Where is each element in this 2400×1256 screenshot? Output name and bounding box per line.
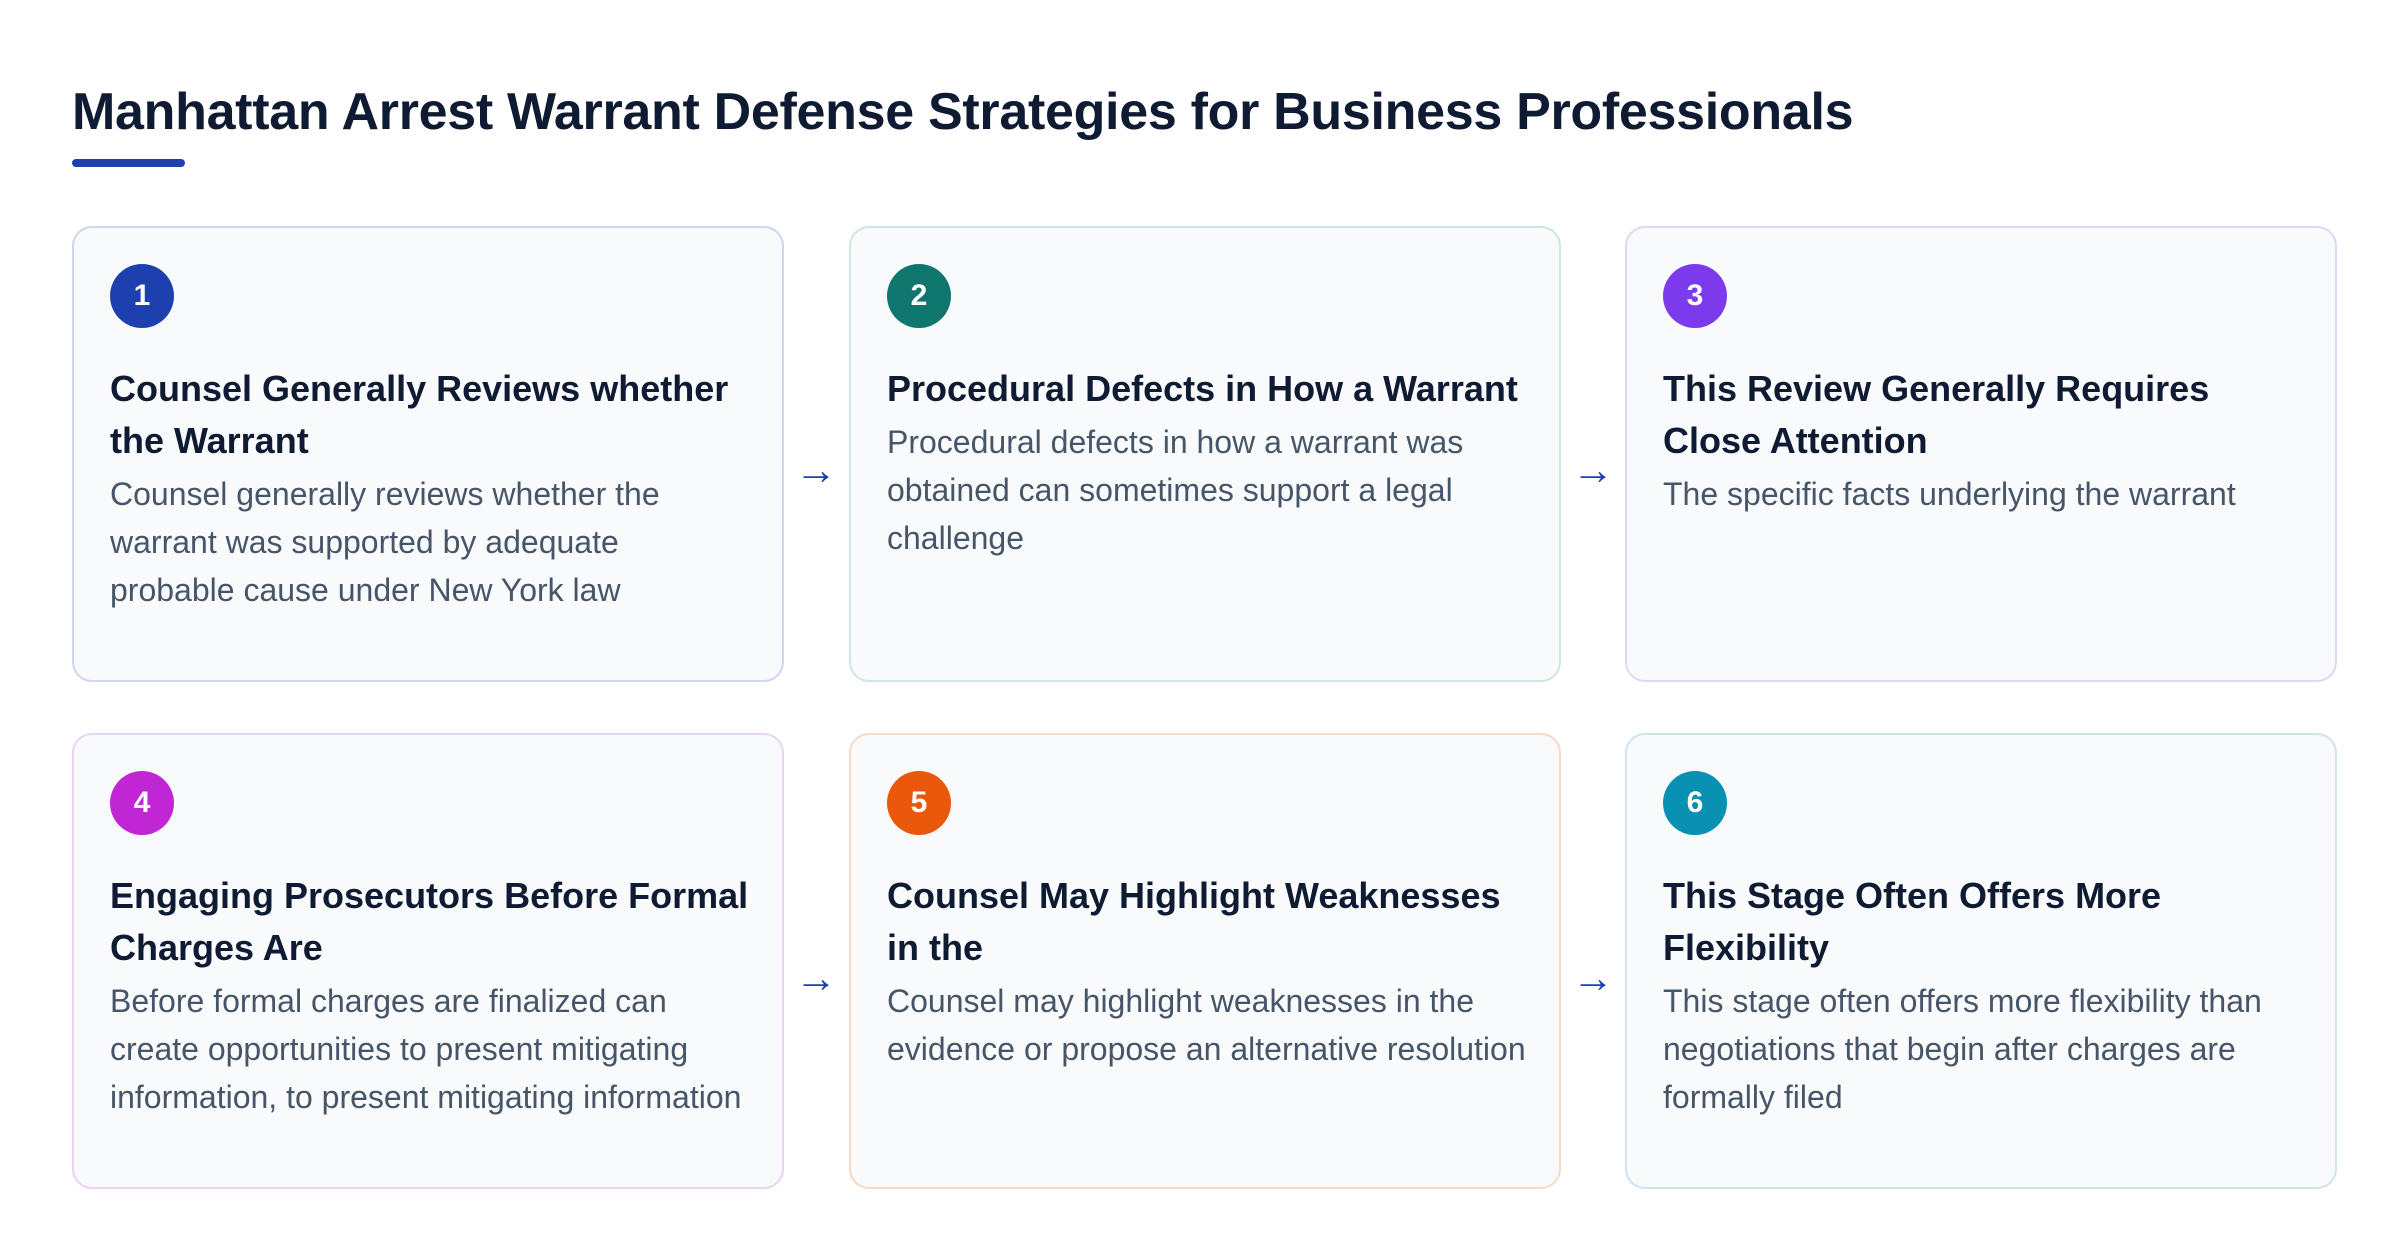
arrow-icon: → [1572, 954, 1614, 1001]
step-description-4: Before formal charges are finalized can … [110, 983, 742, 1115]
step-heading-3: This Review Generally Requires Close Att… [1663, 368, 2210, 461]
step-description-3: The specific facts underlying the warran… [1663, 476, 2236, 512]
step-number-badge-3: 3 [1663, 264, 1727, 328]
arrow-icon: → [795, 446, 837, 493]
step-card-2: 2 Procedural Defects in How a Warrant Pr… [849, 226, 1561, 682]
step-card-1: 1 Counsel Generally Reviews whether the … [72, 226, 784, 682]
title-underline [72, 159, 185, 167]
step-card-6: 6 This Stage Often Offers More Flexibili… [1625, 733, 2337, 1189]
step-card-3: 3 This Review Generally Requires Close A… [1625, 226, 2337, 682]
step-description-5: Counsel may highlight weaknesses in the … [887, 983, 1526, 1067]
step-heading-5: Counsel May Highlight Weaknesses in the [887, 875, 1501, 968]
step-number-badge-1: 1 [110, 264, 174, 328]
step-heading-6: This Stage Often Offers More Flexibility [1663, 875, 2162, 968]
step-heading-4: Engaging Prosecutors Before Formal Charg… [110, 875, 749, 968]
step-heading-2: Procedural Defects in How a Warrant [887, 368, 1518, 409]
step-card-5: 5 Counsel May Highlight Weaknesses in th… [849, 733, 1561, 1189]
step-number-badge-2: 2 [887, 264, 951, 328]
step-heading-1: Counsel Generally Reviews whether the Wa… [110, 368, 729, 461]
page-title: Manhattan Arrest Warrant Defense Strateg… [72, 83, 1854, 141]
step-description-2: Procedural defects in how a warrant was … [887, 424, 1464, 556]
arrow-icon: → [795, 954, 837, 1001]
step-description-1: Counsel generally reviews whether the wa… [110, 476, 660, 608]
step-card-4: 4 Engaging Prosecutors Before Formal Cha… [72, 733, 784, 1189]
diagram: Manhattan Arrest Warrant Defense Strateg… [0, 0, 2400, 1256]
step-number-badge-5: 5 [887, 771, 951, 835]
step-number-badge-6: 6 [1663, 771, 1727, 835]
arrow-icon: → [1572, 446, 1614, 493]
step-description-6: This stage often offers more flexibility… [1663, 983, 2262, 1115]
step-number-badge-4: 4 [110, 771, 174, 835]
